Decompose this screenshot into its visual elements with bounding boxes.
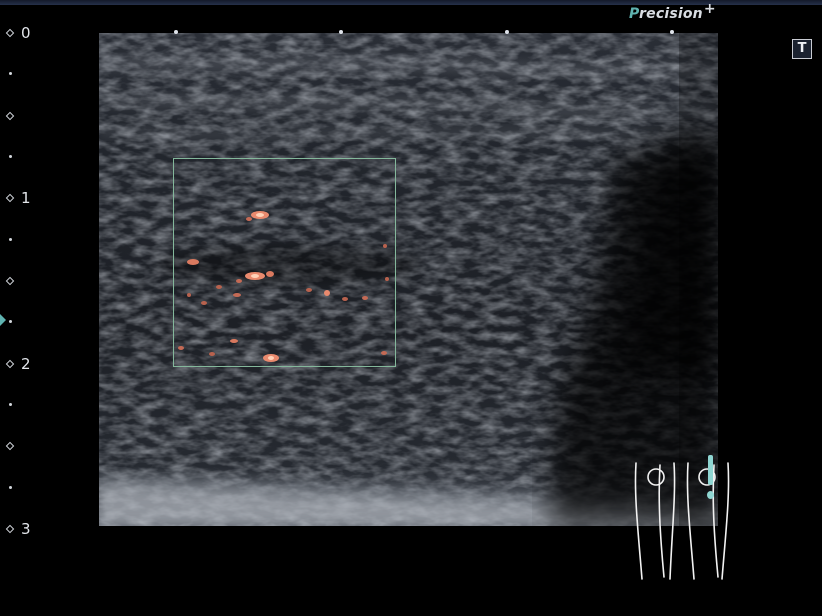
depth-label-2: 2	[21, 355, 31, 373]
depth-label-3: 3	[21, 520, 31, 538]
depth-marker-icon	[5, 276, 15, 286]
text-annotation-button[interactable]: T	[792, 39, 812, 59]
probe-position-icon	[707, 455, 714, 499]
brand-logo: Precision+	[629, 1, 716, 22]
lateral-tick	[174, 30, 178, 34]
depth-minor-tick	[9, 486, 12, 489]
depth-marker-icon	[5, 359, 15, 369]
depth-minor-tick	[9, 72, 12, 75]
top-rule	[0, 0, 822, 5]
depth-marker-icon	[5, 193, 15, 203]
depth-marker-icon	[5, 111, 15, 121]
brand-initial: P	[629, 6, 640, 22]
depth-marker-icon	[5, 28, 15, 38]
brand-plus: +	[703, 1, 716, 17]
depth-label-0: 0	[21, 24, 31, 42]
depth-minor-tick	[9, 155, 12, 158]
brand-rest: recision	[639, 6, 703, 22]
lateral-tick	[505, 30, 509, 34]
color-doppler-roi-box[interactable]	[173, 158, 396, 367]
focus-marker-icon[interactable]	[0, 314, 6, 326]
depth-minor-tick	[9, 238, 12, 241]
legs-bodymark-icon[interactable]	[630, 455, 732, 583]
lateral-tick	[339, 30, 343, 34]
depth-scale: 0 1 2 3	[0, 0, 60, 616]
depth-minor-tick	[9, 403, 12, 406]
depth-label-1: 1	[21, 189, 31, 207]
lateral-tick	[670, 30, 674, 34]
depth-marker-icon	[5, 441, 15, 451]
depth-minor-tick	[9, 320, 12, 323]
depth-marker-icon	[5, 524, 15, 534]
